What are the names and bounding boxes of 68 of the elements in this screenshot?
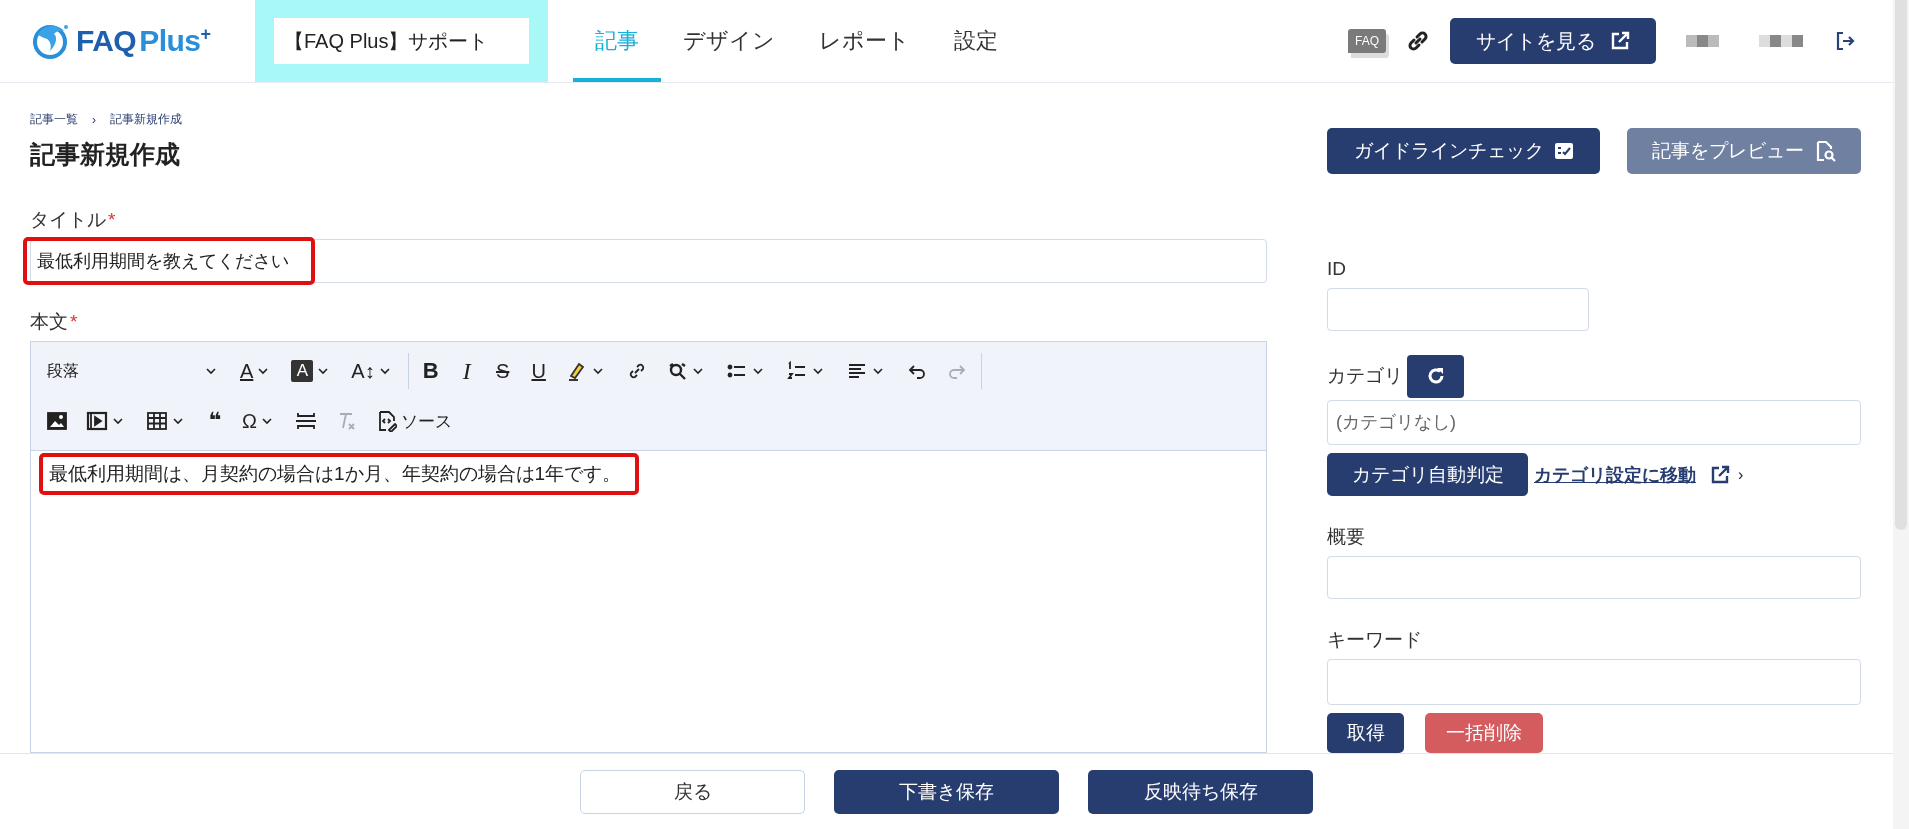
caret-icon: [205, 367, 217, 375]
breadcrumb-link[interactable]: 記事新規作成: [110, 111, 182, 128]
image-icon: [46, 410, 68, 432]
auto-category-button[interactable]: カテゴリ自動判定: [1327, 453, 1528, 496]
link-icon[interactable]: [1406, 29, 1430, 53]
page-title: 記事新規作成: [30, 139, 181, 170]
caret-icon: [172, 417, 184, 425]
checklist-icon: [1553, 141, 1574, 161]
caret-icon: [811, 367, 824, 375]
underlined-letter-button[interactable]: U: [522, 353, 555, 389]
breadcrumb-separator: ›: [92, 112, 96, 127]
guideline-check-button[interactable]: ガイドラインチェック: [1327, 128, 1600, 174]
caret-icon: [317, 367, 330, 375]
field-label: タイトル*: [30, 208, 117, 232]
refresh-button[interactable]: [1407, 354, 1464, 398]
preview-button[interactable]: 記事をプレビュー: [1627, 128, 1861, 174]
save-button[interactable]: 反映待ち保存: [1088, 769, 1313, 814]
scrollbar[interactable]: [1893, 0, 1909, 829]
underlined-letter-button[interactable]: A: [233, 353, 281, 389]
video-icon: [86, 410, 108, 432]
nav-tab[interactable]: 設定: [932, 0, 1020, 82]
logo-text: FAQPlus$^{+}$: [76, 24, 211, 58]
bold-button[interactable]: B: [414, 353, 447, 389]
save-button[interactable]: 下書き保存: [834, 769, 1059, 814]
bold-button[interactable]: ❝: [199, 403, 231, 439]
caret-icon: [257, 367, 270, 375]
field-label: 概要: [1327, 525, 1365, 549]
italic-button[interactable]: I: [450, 353, 483, 389]
chevron: ›: [1738, 465, 1744, 484]
letter-button[interactable]: A↕: [344, 353, 402, 389]
field-label: ID: [1327, 258, 1346, 280]
caret-icon: [691, 367, 704, 375]
caret-icon: [751, 367, 764, 375]
caret-icon: [112, 417, 124, 425]
nav-tab[interactable]: デザイン: [661, 0, 797, 82]
table-icon: [146, 410, 168, 432]
caret-icon: [871, 367, 884, 375]
blurred-username[interactable]: [1686, 34, 1803, 48]
summary-input[interactable]: [1327, 556, 1861, 599]
editor-paragraph: 最低利用期間は、月契約の場合は1か月、年契約の場合は1年です。: [39, 453, 640, 495]
caret-icon: [591, 367, 604, 375]
strikethrough-button[interactable]: S: [486, 353, 519, 389]
inverse-letter-button[interactable]: A: [284, 353, 341, 389]
highlight-frame: 最低利用期間を教えてください: [23, 237, 315, 285]
document-search-icon: [1814, 140, 1836, 162]
nav-tab[interactable]: レポート: [797, 0, 932, 82]
category-select[interactable]: (カテゴリなし): [1327, 399, 1861, 445]
delete-all-button[interactable]: 一括削除: [1425, 713, 1543, 753]
id-input[interactable]: [1327, 288, 1589, 331]
field-label: カテゴリ: [1327, 364, 1403, 389]
caret-icon: [378, 367, 391, 375]
fetch-button[interactable]: 取得: [1327, 713, 1404, 753]
numbered-list-icon: [785, 360, 808, 382]
keyword-input[interactable]: [1327, 658, 1861, 705]
caret-icon: [260, 417, 273, 425]
back-button[interactable]: 戻る: [580, 769, 805, 814]
external-link-icon: [1610, 31, 1630, 51]
site-selector[interactable]: 【FAQ Plus】サポート: [274, 18, 529, 64]
category-settings-link[interactable]: カテゴリ設定に移動: [1534, 462, 1696, 487]
field-label: 本文*: [30, 310, 79, 334]
paragraph-format-dropdown[interactable]: 段落: [39, 354, 229, 388]
breadcrumb-link[interactable]: 記事一覧: [30, 111, 78, 128]
source-button[interactable]: ソース: [367, 403, 459, 439]
external-link-icon[interactable]: [1710, 464, 1730, 485]
letter-button[interactable]: Ω: [235, 403, 284, 439]
view-site-button[interactable]: サイトを見る: [1450, 18, 1656, 64]
field-label: キーワード: [1327, 627, 1422, 652]
page-break-icon: [294, 410, 317, 432]
